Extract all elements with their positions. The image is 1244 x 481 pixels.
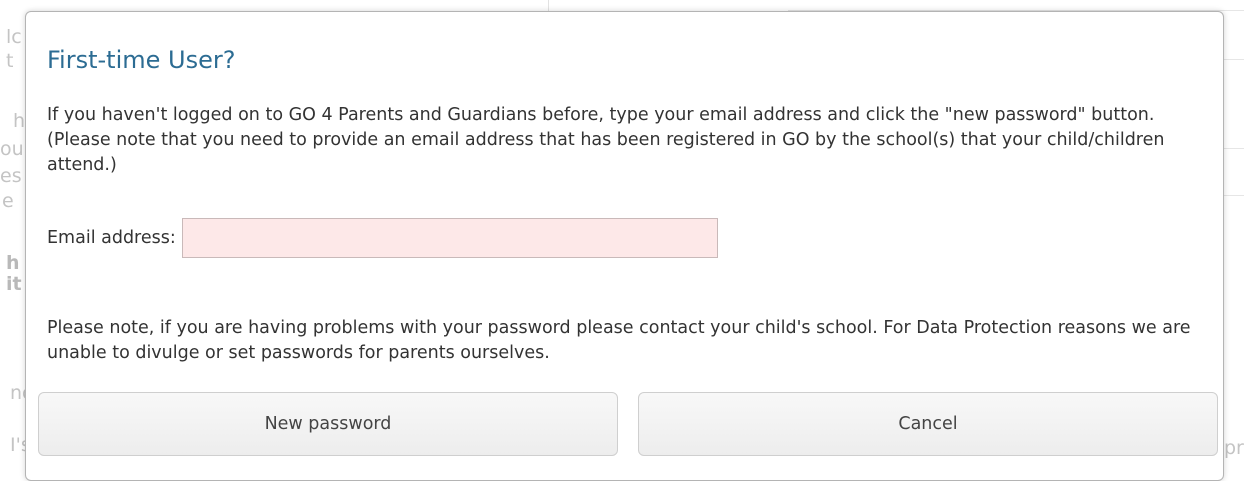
background-text-fragment: lc [6,26,22,48]
email-input[interactable] [181,218,718,258]
cancel-button[interactable]: Cancel [638,392,1218,456]
new-password-button[interactable]: New password [38,392,618,456]
password-note-text: Please note, if you are having problems … [47,318,1191,363]
background-text-fragment: ou [0,138,24,160]
first-time-user-dialog: First-time User? If you haven't logged o… [25,11,1224,481]
background-text-fragment: h [6,252,20,274]
background-text-fragment: e [2,190,14,212]
background-text-fragment: es [0,165,22,187]
background-text-fragment: h [13,110,26,132]
email-row: Email address: [47,216,718,260]
background-text-fragment: pr [1224,437,1244,459]
background-text-fragment: t [6,50,14,72]
intro-text: If you haven't logged on to GO 4 Parents… [47,105,1165,175]
email-label: Email address: [47,227,176,248]
dialog-title: First-time User? [47,46,236,74]
background-text-fragment: it [6,273,22,295]
